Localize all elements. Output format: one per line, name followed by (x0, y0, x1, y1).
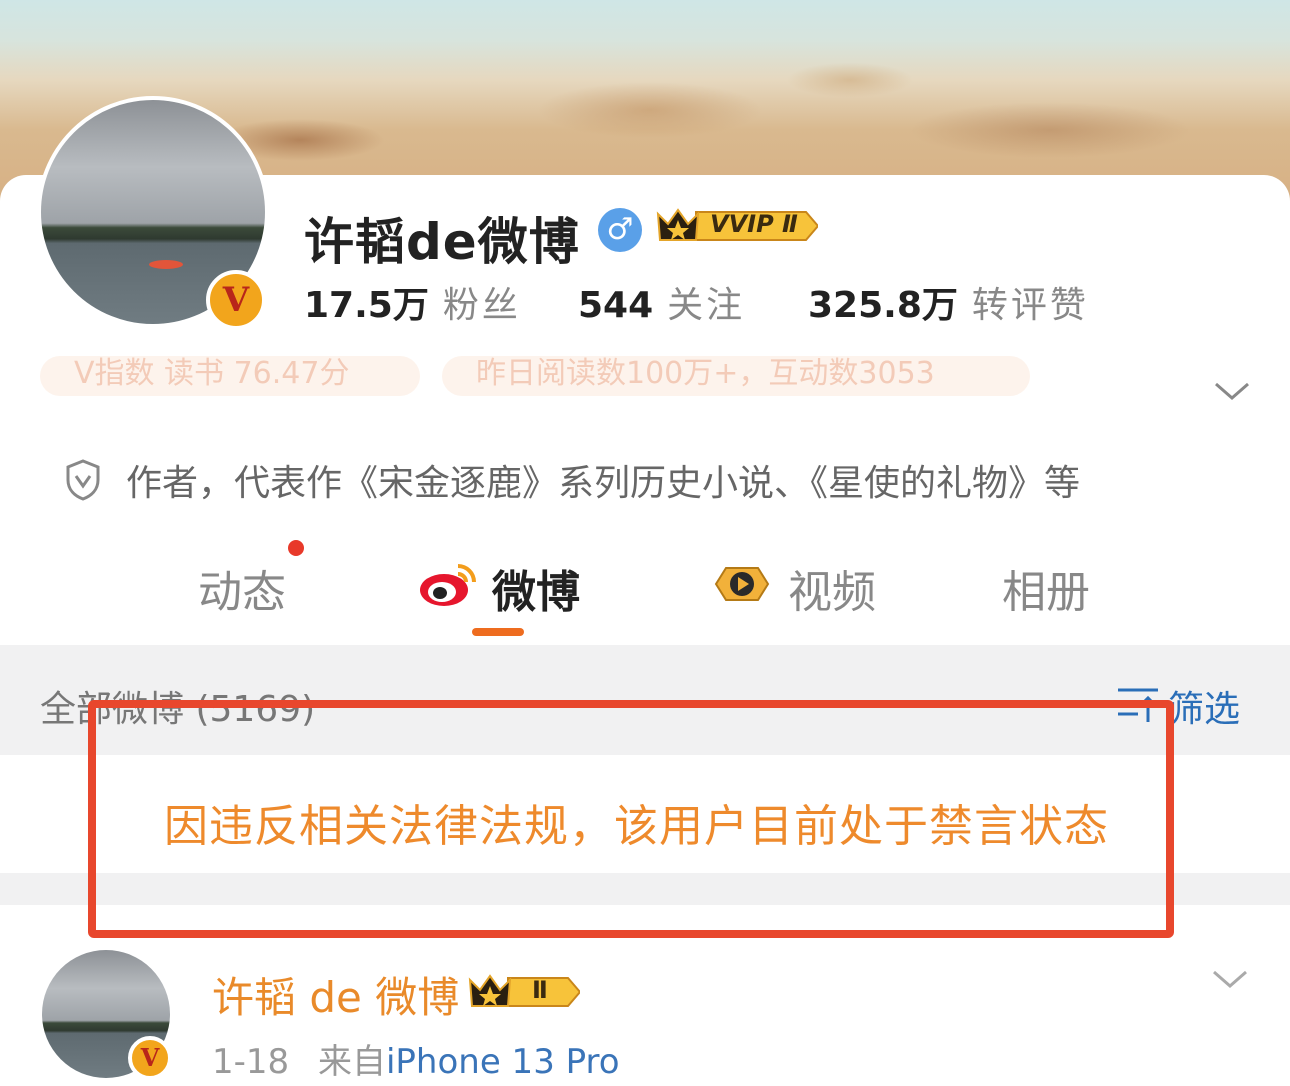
v-index-text: V指数 读书 76.47分 (74, 356, 350, 391)
post-verified-v-icon: V (128, 1036, 172, 1080)
v-index-tag[interactable]: V指数 读书 76.47分 (40, 356, 420, 396)
filter-label: 筛选 (1168, 689, 1241, 730)
post-meta: 1-18 来自iPhone 13 Pro (212, 1034, 620, 1083)
vvip-badge[interactable]: VVIP Ⅱ (656, 206, 820, 246)
post-author-name[interactable]: 许韬 de 微博 (212, 964, 459, 1025)
tab-dynamic[interactable]: 动态 (198, 556, 286, 620)
tab-dynamic-label: 动态 (198, 567, 286, 618)
post-author-text: 许韬 de 微博 (212, 973, 460, 1022)
post-vip-crown-icon (468, 974, 580, 1007)
likes-stat[interactable]: 325.8万 转评赞 (808, 276, 1089, 328)
profile-name: 许韬de微博 (304, 213, 580, 271)
post-verified-letter: V (140, 1043, 160, 1072)
fans-stat[interactable]: 17.5万 粉丝 (304, 276, 521, 328)
following-count: 544 (578, 285, 654, 326)
post-from-label: 来自 (317, 1042, 386, 1082)
expand-chevron-icon[interactable] (1212, 378, 1252, 406)
tab-weibo-label: 微博 (492, 567, 580, 618)
likes-label: 转评赞 (971, 285, 1089, 326)
avatar-kayak (149, 260, 183, 269)
following-stat[interactable]: 544 关注 (578, 276, 745, 328)
post-vip-badge-label: Ⅱ (532, 976, 548, 1004)
male-gender-icon: ♂ (598, 208, 642, 252)
post-date: 1-18 (212, 1042, 290, 1082)
following-label: 关注 (667, 285, 746, 326)
notification-dot (288, 540, 304, 556)
reading-stat-text: 昨日阅读数100万+，互动数3053 (476, 356, 935, 391)
likes-count: 325.8万 (808, 285, 958, 326)
post-menu-chevron-icon[interactable] (1210, 966, 1250, 994)
weibo-logo-icon (420, 564, 476, 606)
tab-video-label: 视频 (788, 567, 876, 618)
vvip-label: VVIP Ⅱ (710, 210, 798, 238)
highlight-annotation-box (88, 700, 1174, 938)
intro-text: 作者，代表作《宋金逐鹿》系列历史小说、《星使的礼物》等 (126, 463, 1081, 504)
video-badge-icon (714, 567, 770, 601)
verified-shield-icon (66, 459, 100, 501)
active-tab-indicator (472, 628, 524, 636)
tab-weibo[interactable]: 微博 (418, 556, 580, 620)
verified-v-icon: V (206, 270, 266, 330)
tab-video[interactable]: 视频 (712, 556, 876, 620)
reading-stat-tag[interactable]: 昨日阅读数100万+，互动数3053 (442, 356, 1030, 396)
post-source[interactable]: iPhone 13 Pro (386, 1042, 620, 1082)
verified-letter: V (222, 280, 250, 320)
tab-album-label: 相册 (1002, 567, 1090, 618)
fans-count: 17.5万 (304, 285, 429, 326)
fans-label: 粉丝 (442, 285, 521, 326)
tab-album[interactable]: 相册 (1002, 556, 1090, 620)
